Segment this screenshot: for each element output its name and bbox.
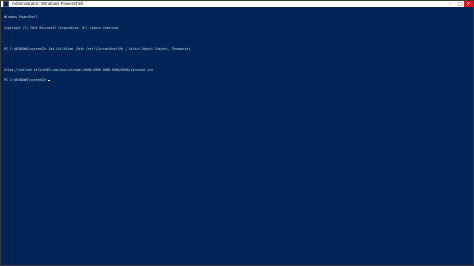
console-output[interactable]: Windows PowerShell Copyright (C) 2016 Mi… (4, 9, 464, 264)
maximize-button[interactable]: □ (455, 1, 464, 7)
console-line: Copyright (C) 2016 Microsoft Corporation… (4, 25, 120, 30)
window-title: Administrator: Windows PowerShell (12, 1, 84, 6)
powershell-icon (3, 1, 9, 7)
prompt-text: PS C:\WINDOWS\system32> (4, 78, 47, 82)
minimize-button[interactable]: – (446, 1, 455, 7)
vertical-scrollbar[interactable] (468, 7, 472, 265)
text-cursor (47, 80, 50, 81)
console-line: PS C:\WINDOWS\system32> Get-ChildItem -P… (4, 46, 191, 51)
console-line: Windows PowerShell (4, 15, 38, 19)
console-line: https://outlook.office365.com/owa/calend… (4, 67, 154, 72)
powershell-window: Administrator: Windows PowerShell – □ ✕ … (0, 0, 474, 266)
prompt-line[interactable]: PS C:\WINDOWS\system32> (4, 78, 464, 83)
title-bar[interactable]: Administrator: Windows PowerShell – □ ✕ (1, 1, 473, 7)
